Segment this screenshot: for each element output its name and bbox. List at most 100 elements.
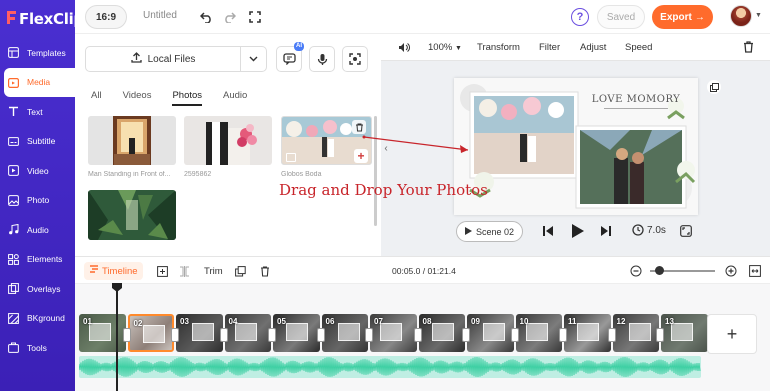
tab-audio[interactable]: Audio <box>223 90 247 106</box>
sidebar-item-text[interactable]: Text <box>0 97 75 127</box>
add-clip-icon[interactable] <box>157 262 168 280</box>
fullscreen-icon[interactable] <box>247 9 263 25</box>
transition-marker[interactable] <box>559 328 567 342</box>
background-icon <box>7 312 19 324</box>
user-avatar[interactable] <box>730 5 752 27</box>
transition-marker[interactable] <box>510 328 519 342</box>
aspect-ratio-button[interactable]: 16:9 <box>85 5 127 29</box>
sidebar-item-overlays[interactable]: Overlays <box>0 274 75 304</box>
photo-thumbnail[interactable] <box>88 190 176 240</box>
zoom-level-dropdown[interactable]: 100% ▼ <box>428 42 462 53</box>
sidebar-item-bkground[interactable]: BKground <box>0 304 75 334</box>
play-icon[interactable] <box>572 224 584 241</box>
timeline-clip[interactable]: 09 <box>467 314 514 352</box>
flexclip-logo[interactable]: FlexClip <box>0 0 84 38</box>
preview-canvas[interactable]: LOVE MOMORY <box>454 78 698 215</box>
audio-track[interactable] <box>79 356 701 378</box>
transition-marker[interactable] <box>607 328 616 342</box>
duplicate-icon[interactable] <box>235 262 246 280</box>
delete-icon[interactable] <box>260 262 270 280</box>
speed-button[interactable]: Speed <box>625 42 652 53</box>
timeline-clip[interactable]: 12 <box>612 314 659 352</box>
transition-marker[interactable] <box>122 328 131 342</box>
record-audio-button[interactable] <box>309 46 335 72</box>
timeline-clip[interactable]: 10 <box>515 314 562 352</box>
local-files-button[interactable]: Local Files <box>86 52 240 66</box>
sidebar-item-label: Subtitle <box>27 136 56 147</box>
skip-forward-icon[interactable] <box>601 226 611 239</box>
clip-number: 03 <box>180 317 189 326</box>
undo-icon[interactable] <box>198 9 214 25</box>
zoom-slider-handle[interactable] <box>655 266 664 275</box>
export-button[interactable]: Export → <box>652 5 713 29</box>
photo-thumbnail[interactable] <box>88 116 176 165</box>
delete-icon[interactable] <box>743 41 754 56</box>
volume-icon[interactable] <box>398 42 410 56</box>
fit-timeline-icon[interactable] <box>749 262 761 280</box>
transition-marker[interactable] <box>462 328 470 342</box>
transition-marker[interactable] <box>171 328 179 342</box>
photo-thumbnail-selected[interactable]: + <box>281 116 372 165</box>
timeline-clip[interactable]: 03 <box>176 314 223 352</box>
photo-label: Man Standing in Front of... <box>88 171 171 178</box>
local-files-dropdown[interactable] <box>240 47 266 71</box>
chevron-down-icon: ▼ <box>454 45 462 52</box>
timeline-clip[interactable]: 04 <box>224 314 271 352</box>
transition-marker[interactable] <box>656 328 664 342</box>
help-button[interactable]: ? <box>571 8 589 26</box>
video-icon <box>7 165 19 177</box>
sidebar-item-elements[interactable]: Elements <box>0 245 75 275</box>
adjust-button[interactable]: Adjust <box>580 42 606 53</box>
transition-marker[interactable] <box>268 328 276 342</box>
saved-status-button[interactable]: Saved <box>597 5 645 29</box>
scene-duration[interactable]: 7.0s <box>632 224 666 236</box>
fullscreen-icon[interactable] <box>680 225 692 240</box>
zoom-out-icon[interactable] <box>630 262 642 280</box>
clip-thumbnail <box>577 323 599 341</box>
sidebar-item-video[interactable]: Video <box>0 156 75 186</box>
tab-photos[interactable]: Photos <box>172 90 203 106</box>
filter-button[interactable]: Filter <box>539 42 560 53</box>
tab-all[interactable]: All <box>91 90 102 106</box>
waveform-path <box>79 357 701 377</box>
sidebar-item-templates[interactable]: Templates <box>0 38 75 68</box>
timeline-icon <box>89 264 99 278</box>
skip-back-icon[interactable] <box>543 226 553 239</box>
sidebar-item-media[interactable]: Media <box>4 67 75 97</box>
scene-play-button[interactable]: Scene 02 <box>456 221 523 242</box>
photo-thumbnail[interactable] <box>184 116 272 165</box>
trim-button[interactable]: Trim <box>204 262 223 280</box>
transition-marker[interactable] <box>365 328 373 342</box>
playhead[interactable] <box>116 284 118 391</box>
timeline-clip[interactable]: 06 <box>321 314 368 352</box>
add-scene-button[interactable]: + <box>707 314 757 354</box>
timeline-clip[interactable]: 11 <box>564 314 611 352</box>
playhead-handle[interactable] <box>112 283 122 292</box>
screen-record-button[interactable] <box>342 46 368 72</box>
timeline-clip[interactable]: 02 <box>127 314 174 352</box>
project-title[interactable]: Untitled <box>143 10 177 21</box>
zoom-in-icon[interactable] <box>725 262 737 280</box>
tab-videos[interactable]: Videos <box>123 90 152 106</box>
timeline-clip[interactable]: 08 <box>418 314 465 352</box>
transition-marker[interactable] <box>413 328 422 342</box>
timeline-clip[interactable]: 13 <box>661 314 708 352</box>
chevron-down-icon[interactable]: ▼ <box>755 12 762 19</box>
timeline-clip[interactable]: 01 <box>79 314 126 352</box>
sidebar-item-tools[interactable]: Tools <box>0 333 75 363</box>
transition-marker[interactable] <box>219 328 228 342</box>
tools-icon <box>7 342 19 354</box>
audio-icon <box>7 224 19 236</box>
sidebar-item-audio[interactable]: Audio <box>0 215 75 245</box>
clip-thumbnail <box>286 323 308 341</box>
timeline-clip[interactable]: 07 <box>370 314 417 352</box>
sidebar-item-photo[interactable]: Photo <box>0 186 75 216</box>
transition-marker[interactable] <box>316 328 325 342</box>
duplicate-icon[interactable] <box>707 80 721 94</box>
redo-icon[interactable] <box>221 9 237 25</box>
timeline-clip[interactable]: 05 <box>273 314 320 352</box>
split-icon[interactable] <box>179 262 190 280</box>
timeline-tab[interactable]: Timeline <box>84 262 143 280</box>
sidebar-item-subtitle[interactable]: Subtitle <box>0 127 75 157</box>
transform-button[interactable]: Transform <box>477 42 520 53</box>
